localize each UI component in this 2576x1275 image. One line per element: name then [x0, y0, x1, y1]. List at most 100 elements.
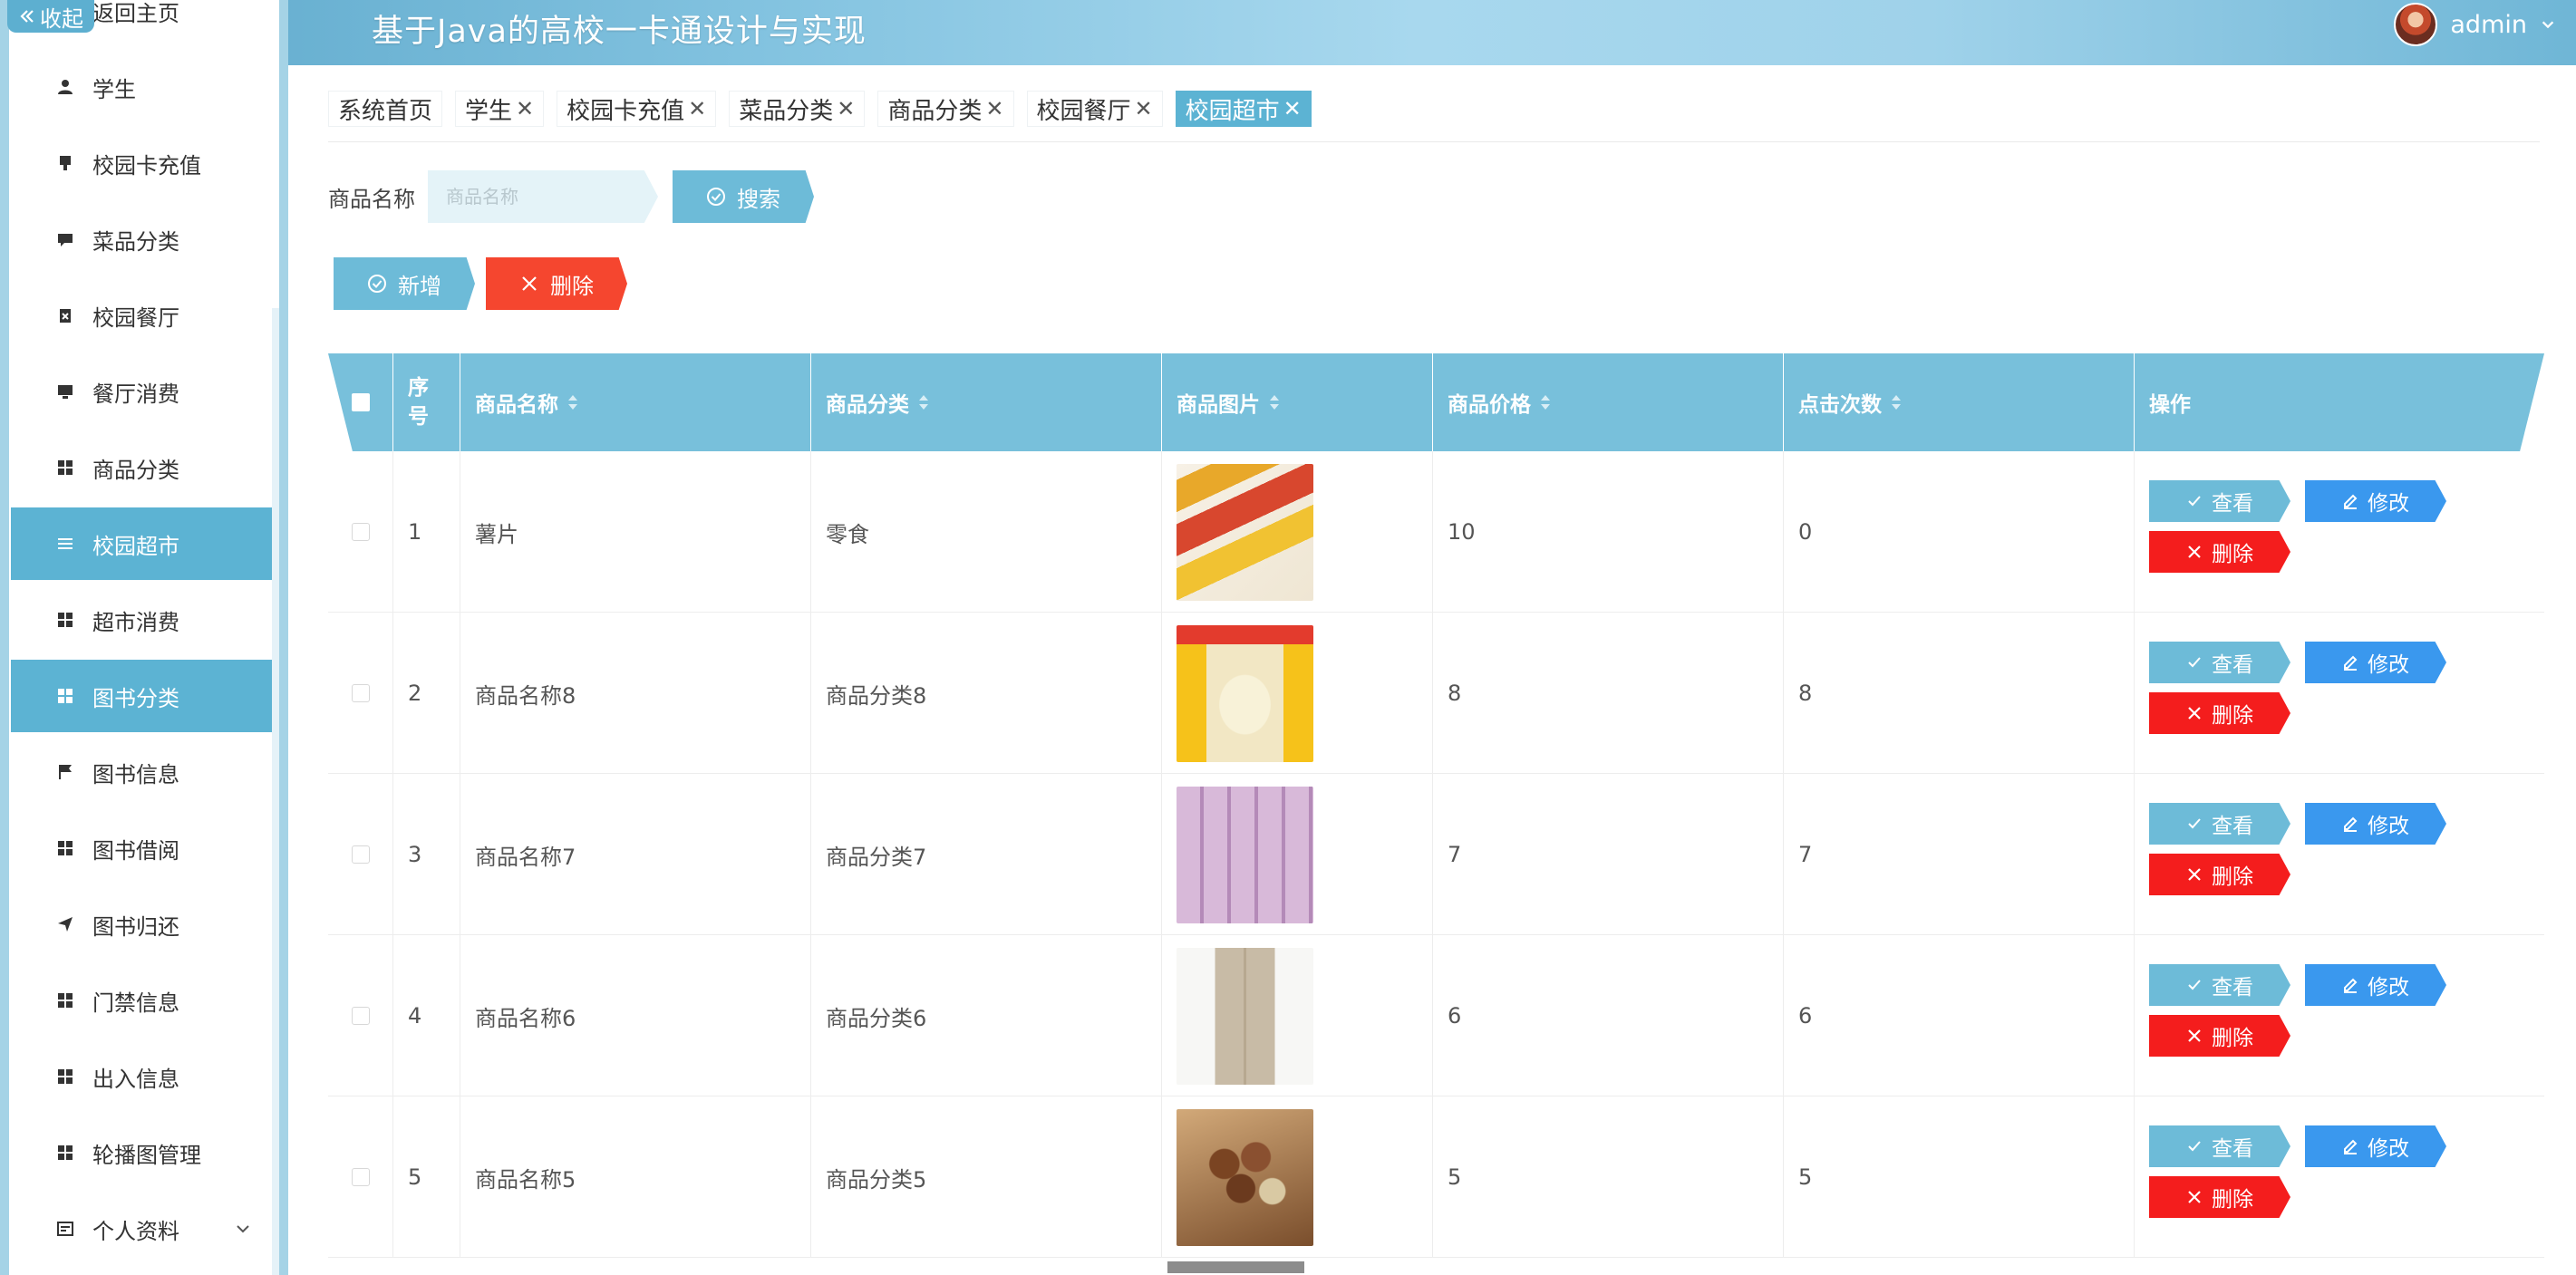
view-row-button[interactable]: 查看: [2149, 480, 2290, 522]
header-image[interactable]: 商品图片: [1162, 353, 1433, 451]
close-icon: [522, 276, 537, 291]
select-all-checkbox[interactable]: [351, 393, 370, 411]
product-image-cell: [1162, 451, 1433, 613]
edit-row-button[interactable]: 修改: [2305, 642, 2446, 683]
comment-icon: [56, 230, 74, 248]
tab[interactable]: 菜品分类 ✕: [729, 91, 866, 127]
edit-row-label: 修改: [2368, 976, 2409, 1000]
row-checkbox[interactable]: [351, 1007, 370, 1025]
sort-icon[interactable]: [1540, 393, 1551, 411]
search-button[interactable]: 搜索: [673, 170, 814, 223]
product-image-cell: [1162, 613, 1433, 774]
edit-row-button[interactable]: 修改: [2305, 803, 2446, 845]
row-checkbox[interactable]: [351, 1168, 370, 1186]
del-row-button[interactable]: 删除: [2149, 692, 2290, 734]
close-icon[interactable]: ✕: [688, 96, 706, 121]
top-header: 基于Java的高校一卡通设计与实现 admin: [0, 0, 2576, 65]
sidebar-item-label: 图书信息: [92, 761, 179, 787]
del-row-button[interactable]: 删除: [2149, 531, 2290, 573]
row-actions: 查看 修改删除: [2135, 935, 2544, 1096]
header-clicks[interactable]: 点击次数: [1784, 353, 2135, 451]
del-row-button[interactable]: 删除: [2149, 1015, 2290, 1057]
sidebar-item[interactable]: 校园超市: [11, 507, 279, 580]
chevron-down-icon[interactable]: [234, 1220, 252, 1238]
search-input[interactable]: [428, 170, 658, 223]
tab[interactable]: 校园餐厅 ✕: [1026, 91, 1163, 127]
sort-icon[interactable]: [1269, 393, 1280, 411]
sidebar-scrollbar[interactable]: [272, 308, 279, 1275]
sidebar-item[interactable]: 图书归还: [11, 888, 279, 961]
sidebar-item[interactable]: 图书借阅: [11, 812, 279, 884]
tab[interactable]: 系统首页: [328, 91, 443, 127]
product-image-cell: [1162, 774, 1433, 935]
sidebar-item[interactable]: 个人资料: [11, 1193, 279, 1265]
batch-delete-button[interactable]: 删除: [486, 257, 627, 310]
header-name[interactable]: 商品名称: [460, 353, 811, 451]
tab[interactable]: 校园卡充值 ✕: [557, 91, 717, 127]
edit-icon: [2342, 977, 2358, 993]
tab[interactable]: 学生 ✕: [455, 91, 545, 127]
product-price: 10: [1433, 451, 1784, 613]
tab[interactable]: 商品分类 ✕: [877, 91, 1014, 127]
sort-icon[interactable]: [1891, 393, 1902, 411]
collapse-sidebar-button[interactable]: 收起: [7, 0, 94, 33]
close-icon[interactable]: ✕: [837, 96, 855, 121]
close-icon[interactable]: ✕: [985, 96, 1003, 121]
close-icon[interactable]: ✕: [516, 96, 534, 121]
view-row-button[interactable]: 查看: [2149, 1125, 2290, 1167]
sidebar-item[interactable]: 图书分类: [11, 660, 279, 732]
edit-row-button[interactable]: 修改: [2305, 480, 2446, 522]
add-button[interactable]: 新增: [334, 257, 475, 310]
row-checkbox[interactable]: [351, 684, 370, 702]
sidebar-item[interactable]: 菜品分类: [11, 203, 279, 275]
sidebar-item[interactable]: 餐厅消费: [11, 355, 279, 428]
sidebar-item[interactable]: 校园餐厅: [11, 279, 279, 352]
chevron-down-icon[interactable]: [2540, 16, 2556, 33]
header-category-label: 商品分类: [826, 393, 909, 417]
sidebar-item[interactable]: 门禁信息: [11, 964, 279, 1037]
product-name: 商品名称6: [460, 935, 811, 1096]
avatar[interactable]: [2394, 3, 2438, 46]
row-checkbox[interactable]: [351, 845, 370, 864]
check-icon: [2186, 493, 2203, 509]
view-row-label: 查看: [2212, 492, 2253, 516]
user-menu[interactable]: admin: [2394, 2, 2556, 47]
tab-label: 商品分类: [887, 97, 983, 125]
tab-label: 系统首页: [338, 97, 433, 125]
tab[interactable]: 校园超市 ✕: [1175, 91, 1312, 127]
product-name: 薯片: [460, 451, 811, 613]
flag-icon: [56, 763, 74, 781]
sort-icon[interactable]: [918, 393, 929, 411]
table-row: 1 薯片 零食 10 0 查看 修改 删除: [328, 451, 2544, 613]
view-row-label: 查看: [2212, 1137, 2253, 1161]
edit-row-button[interactable]: 修改: [2305, 1125, 2446, 1167]
header-price[interactable]: 商品价格: [1433, 353, 1784, 451]
sort-icon[interactable]: [567, 393, 578, 411]
header-index: 序 号: [393, 353, 460, 451]
product-category: 商品分类8: [811, 613, 1162, 774]
user-name[interactable]: admin: [2450, 11, 2527, 39]
sidebar-item[interactable]: 商品分类: [11, 431, 279, 504]
close-icon[interactable]: ✕: [1135, 96, 1153, 121]
view-row-button[interactable]: 查看: [2149, 964, 2290, 1006]
sidebar-item-label: 门禁信息: [92, 990, 179, 1016]
sidebar-item[interactable]: 校园卡充值: [11, 127, 279, 199]
sidebar-item[interactable]: 图书信息: [11, 736, 279, 808]
sidebar-item[interactable]: 超市消费: [11, 584, 279, 656]
sidebar-item[interactable]: 轮播图管理: [11, 1116, 279, 1189]
view-row-button[interactable]: 查看: [2149, 642, 2290, 683]
edit-row-button[interactable]: 修改: [2305, 964, 2446, 1006]
row-actions: 查看 修改 删除: [2135, 451, 2544, 613]
product-clicks: 5: [1784, 1096, 2135, 1258]
product-image-cell: [1162, 935, 1433, 1096]
sidebar-item[interactable]: 学生: [11, 51, 279, 123]
row-checkbox[interactable]: [351, 523, 370, 541]
header-category[interactable]: 商品分类: [811, 353, 1162, 451]
del-row-button[interactable]: 删除: [2149, 1176, 2290, 1218]
sidebar-item[interactable]: 出入信息: [11, 1040, 279, 1113]
header-ops: 操作: [2135, 353, 2544, 451]
view-row-button[interactable]: 查看: [2149, 803, 2290, 845]
product-name: 商品名称5: [460, 1096, 811, 1258]
close-icon[interactable]: ✕: [1283, 96, 1302, 121]
del-row-button[interactable]: 删除: [2149, 854, 2290, 895]
